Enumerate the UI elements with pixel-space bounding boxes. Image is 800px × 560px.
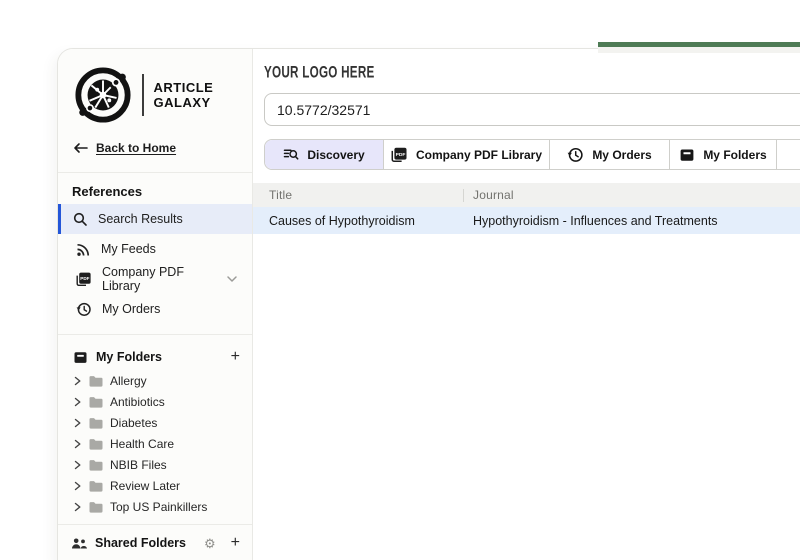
chevron-right-icon[interactable]: [73, 460, 82, 470]
result-row-selected[interactable]: Causes of Hypothyroidism Hypothyroidism …: [253, 207, 800, 234]
page-background: ARTICLE GALAXY Back to Home References S…: [0, 0, 800, 560]
folder-label: NBIB Files: [110, 457, 167, 472]
back-to-home-label: Back to Home: [96, 141, 177, 155]
tab-label: My Orders: [592, 147, 652, 162]
sidebar: ARTICLE GALAXY Back to Home References S…: [58, 49, 253, 560]
doi-search-input[interactable]: [264, 93, 800, 126]
references-section-title: References: [72, 184, 143, 199]
folder-icon: [89, 375, 103, 387]
chevron-right-icon[interactable]: [73, 439, 82, 449]
folder-label: Health Care: [110, 436, 175, 451]
results-table-header: Title Journal: [253, 183, 800, 207]
my-folders-label: My Folders: [96, 350, 162, 364]
sidebar-item-my-orders[interactable]: My Orders: [58, 294, 252, 324]
svg-text:PDF: PDF: [80, 276, 89, 281]
folder-label: Review Later: [110, 478, 181, 493]
folder-label: Top US Painkillers: [110, 499, 208, 514]
folder-item-antibiotics[interactable]: Antibiotics: [58, 391, 252, 412]
tab-discovery[interactable]: Discovery: [265, 140, 384, 169]
folder-item-allergy[interactable]: Allergy: [58, 370, 252, 391]
rss-icon: [77, 243, 90, 256]
folder-icon: [89, 396, 103, 408]
folder-item-review-later[interactable]: Review Later: [58, 475, 252, 496]
sidebar-divider: [58, 172, 252, 173]
folder-item-top-us-painkillers[interactable]: Top US Painkillers: [58, 496, 252, 517]
sidebar-item-label: Company PDF Library: [102, 265, 184, 293]
tab-my-folders[interactable]: My Folders: [670, 140, 777, 169]
history-icon: [76, 302, 91, 316]
brand-wordmark: ARTICLE GALAXY: [154, 80, 214, 110]
folder-icon: [89, 501, 103, 513]
sidebar-divider: [58, 334, 252, 335]
folder-icon: [89, 438, 103, 450]
my-folders-header[interactable]: My Folders +: [58, 344, 252, 370]
chevron-right-icon[interactable]: [73, 502, 82, 512]
archive-box-icon: [74, 351, 87, 363]
chevron-right-icon[interactable]: [73, 481, 82, 491]
folder-icon: [89, 480, 103, 492]
gear-icon[interactable]: ⚙: [204, 537, 216, 550]
list-search-icon: [284, 149, 299, 160]
folder-label: Antibiotics: [110, 394, 165, 409]
brand-line-2: GALAXY: [153, 95, 211, 110]
main-content: YOUR LOGO HERE Discovery: [253, 49, 800, 560]
brand-line-1: ARTICLE: [153, 80, 214, 95]
article-galaxy-logo-icon: [75, 67, 131, 123]
folder-icon: [89, 459, 103, 471]
people-icon: [72, 538, 87, 548]
shared-folders-label: Shared Folders: [95, 536, 186, 550]
result-title-cell: Causes of Hypothyroidism: [269, 213, 415, 228]
sidebar-item-my-feeds[interactable]: My Feeds: [58, 234, 252, 264]
brand-divider: [142, 74, 144, 116]
folder-item-diabetes[interactable]: Diabetes: [58, 412, 252, 433]
tab-bar-spacer: [777, 140, 800, 169]
sidebar-divider: [58, 524, 252, 525]
pdf-icon: PDF: [391, 147, 407, 162]
tab-label: Discovery: [307, 147, 365, 162]
column-header-title: Title: [269, 188, 293, 202]
sidebar-item-search-results[interactable]: Search Results: [58, 204, 252, 234]
tab-label: My Folders: [703, 147, 767, 162]
tab-company-pdf-library[interactable]: PDF Company PDF Library: [384, 140, 550, 169]
background-window-toolbar-strip: [598, 47, 800, 53]
chevron-right-icon[interactable]: [73, 397, 82, 407]
chevron-right-icon[interactable]: [73, 418, 82, 428]
column-header-journal: Journal: [473, 188, 514, 202]
folder-item-health-care[interactable]: Health Care: [58, 433, 252, 454]
back-to-home-link[interactable]: Back to Home: [73, 141, 176, 155]
chevron-down-icon[interactable]: [226, 273, 238, 285]
brand: ARTICLE GALAXY: [58, 49, 252, 124]
main-tab-bar: Discovery PDF Company PDF Library My Ord…: [264, 139, 800, 170]
result-journal-cell: Hypothyroidism - Influences and Treatmen…: [473, 213, 718, 228]
tab-my-orders[interactable]: My Orders: [550, 140, 670, 169]
search-icon: [73, 212, 87, 226]
app-window: ARTICLE GALAXY Back to Home References S…: [57, 48, 800, 560]
tab-label: Company PDF Library: [415, 147, 543, 162]
add-shared-folder-button[interactable]: +: [231, 535, 240, 551]
history-icon: [567, 147, 583, 162]
sidebar-item-label: My Orders: [102, 302, 161, 316]
archive-box-icon: [680, 148, 694, 161]
folder-icon: [89, 417, 103, 429]
chevron-right-icon[interactable]: [73, 376, 82, 386]
folder-item-nbib-files[interactable]: NBIB Files: [58, 454, 252, 475]
sidebar-item-label: Search Results: [98, 212, 183, 226]
sidebar-item-company-pdf-library[interactable]: PDF Company PDF Library: [58, 264, 252, 294]
folder-label: Diabetes: [110, 415, 158, 430]
customer-logo-placeholder: YOUR LOGO HERE: [264, 63, 375, 82]
pdf-icon: PDF: [76, 272, 91, 286]
svg-text:PDF: PDF: [396, 152, 406, 158]
shared-folders-header[interactable]: Shared Folders ⚙ +: [58, 530, 252, 556]
folder-label: Allergy: [110, 373, 147, 388]
back-arrow-icon: [74, 143, 88, 153]
sidebar-item-label: My Feeds: [101, 242, 156, 256]
add-folder-button[interactable]: +: [231, 349, 240, 365]
